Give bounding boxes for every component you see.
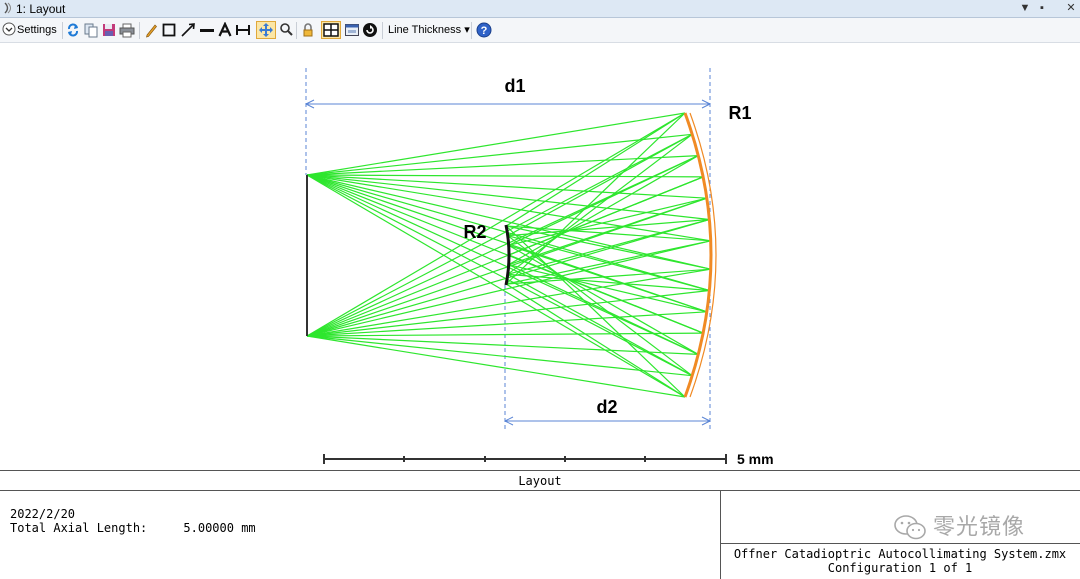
ray-segment bbox=[306, 268, 711, 337]
svg-text:?: ? bbox=[481, 25, 488, 37]
arrow-icon[interactable] bbox=[180, 22, 196, 38]
ray-segment bbox=[507, 273, 693, 377]
watermark-text: 零光镜像 bbox=[933, 515, 1026, 540]
refresh-icon[interactable] bbox=[66, 22, 82, 38]
scale-bar bbox=[323, 454, 727, 464]
ray-segment bbox=[306, 155, 699, 337]
label-r1: R1 bbox=[728, 103, 751, 123]
ray-segment bbox=[507, 133, 693, 237]
toolbar-separator bbox=[296, 22, 297, 39]
layout-diagram: d1 d2 R1 R2 5 mm bbox=[305, 68, 774, 467]
ray-segment bbox=[306, 174, 704, 178]
text-icon[interactable] bbox=[218, 22, 234, 38]
close-icon[interactable]: ✕ bbox=[1064, 1, 1078, 16]
toolbar-separator bbox=[382, 22, 383, 39]
save-icon[interactable] bbox=[101, 22, 117, 38]
layout-plot: d1 d2 R1 R2 5 mm bbox=[0, 43, 1080, 470]
dimension-d2 bbox=[504, 416, 711, 426]
print-icon[interactable] bbox=[119, 22, 135, 38]
dropdown-arrow-icon[interactable]: ▼ bbox=[1018, 1, 1032, 16]
footer-title: Layout bbox=[518, 474, 562, 488]
window-icon[interactable] bbox=[344, 22, 360, 38]
lens-app-icon bbox=[4, 2, 11, 14]
copy-icon[interactable] bbox=[83, 22, 99, 38]
footer-date: 2022/2/20 bbox=[10, 507, 76, 521]
pan-icon[interactable] bbox=[256, 21, 276, 39]
scale-bar-label: 5 mm bbox=[737, 451, 774, 467]
toolbar-separator bbox=[62, 22, 63, 39]
window-layout-icon[interactable] bbox=[321, 21, 341, 39]
ray-segment bbox=[505, 112, 686, 227]
label-r2: R2 bbox=[463, 222, 486, 242]
pencil-icon[interactable] bbox=[144, 22, 160, 38]
footer-file-name: Offner Catadioptric Autocollimating Syst… bbox=[733, 547, 1067, 561]
footer-divider bbox=[0, 490, 1080, 491]
window-title-bar: 1: Layout ▼ ▪ ✕ bbox=[0, 0, 1080, 18]
label-d1: d1 bbox=[504, 76, 525, 96]
rotate-icon[interactable] bbox=[362, 22, 378, 38]
dimension-icon[interactable] bbox=[235, 22, 251, 38]
settings-chevron-icon[interactable] bbox=[2, 22, 18, 38]
ray-segment bbox=[306, 133, 693, 176]
ray-segment bbox=[306, 289, 710, 337]
toolbar: Settings Line Thickness ▾ ? bbox=[0, 18, 1080, 43]
footer-axial-length: Total Axial Length: 5.00000 mm bbox=[10, 521, 256, 535]
zoom-icon[interactable] bbox=[279, 22, 295, 38]
ray-segment bbox=[306, 174, 710, 221]
window-title: 1: Layout bbox=[16, 2, 66, 16]
wechat-icon bbox=[894, 515, 926, 540]
footer-configuration: Configuration 1 of 1 bbox=[827, 561, 973, 575]
restore-icon[interactable]: ▪ bbox=[1035, 1, 1049, 16]
ray-segment bbox=[306, 335, 693, 377]
label-d2: d2 bbox=[596, 397, 617, 417]
lock-icon[interactable] bbox=[301, 22, 317, 38]
toolbar-separator bbox=[471, 22, 472, 39]
ray-segment bbox=[306, 174, 707, 199]
line-thickness-dropdown[interactable]: Line Thickness ▾ bbox=[388, 23, 470, 37]
ray-segment bbox=[505, 283, 686, 398]
toolbar-separator bbox=[139, 22, 140, 39]
watermark: 零光镜像 bbox=[893, 512, 1053, 546]
line-icon[interactable] bbox=[199, 22, 215, 38]
settings-button[interactable]: Settings bbox=[17, 23, 57, 37]
dimension-d1 bbox=[305, 99, 711, 109]
rectangle-icon[interactable] bbox=[162, 22, 178, 38]
help-icon[interactable]: ? bbox=[476, 22, 492, 38]
